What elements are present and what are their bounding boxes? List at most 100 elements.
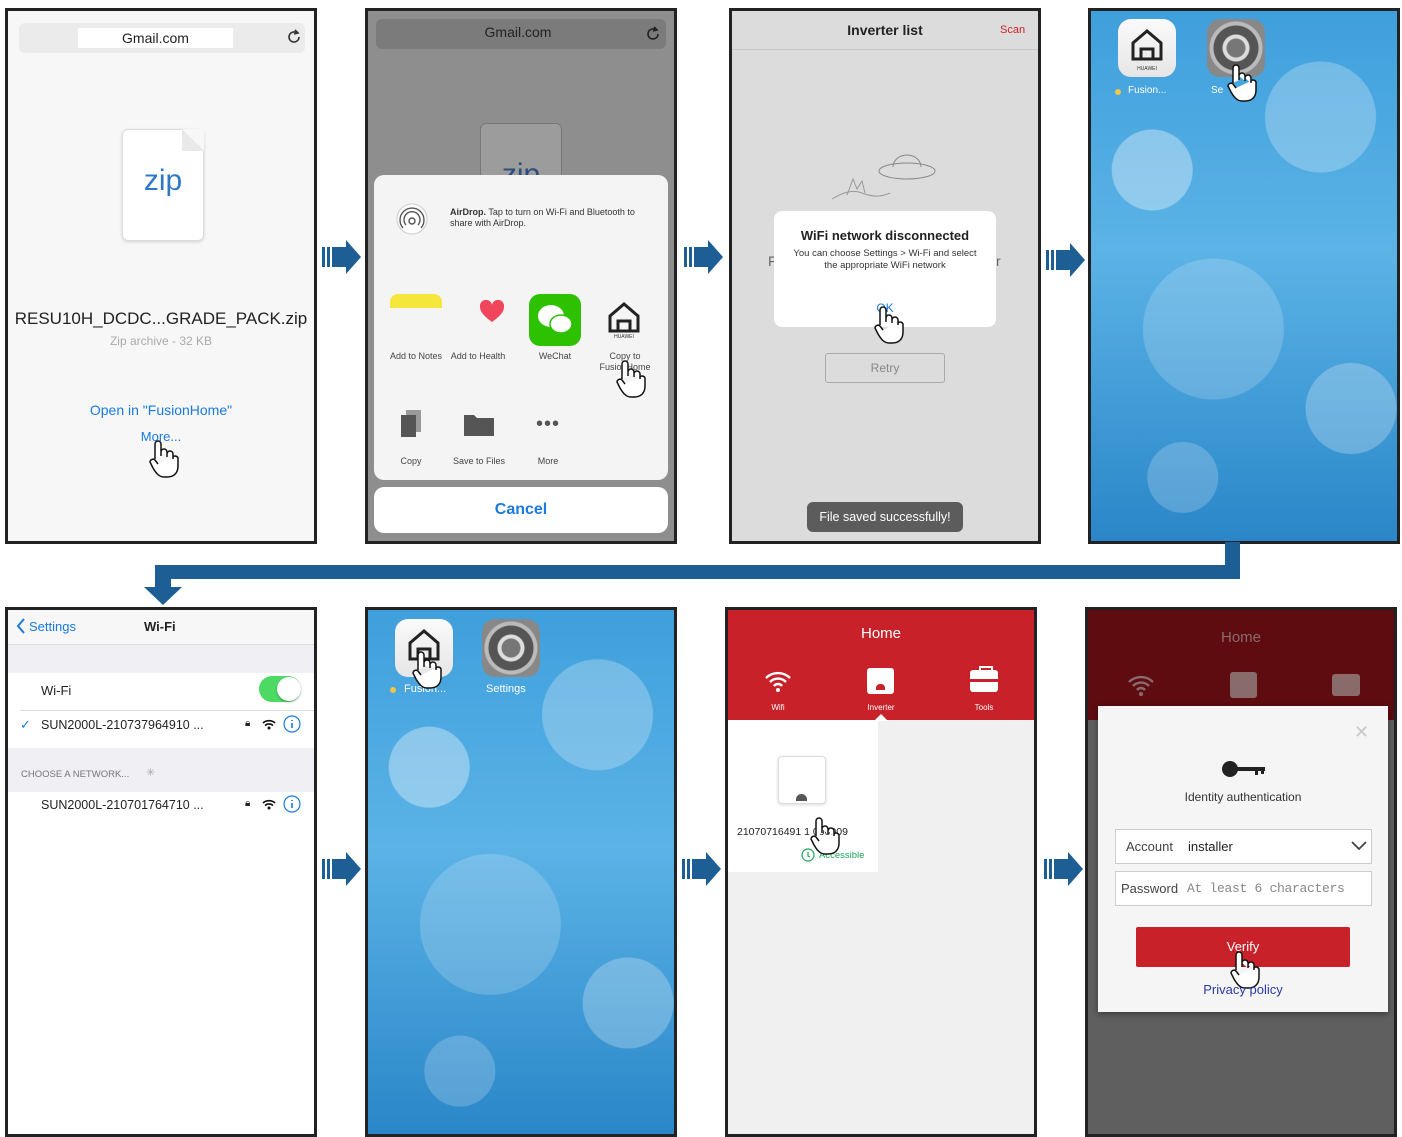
address-url: Gmail.com [484, 24, 552, 40]
retry-button[interactable]: Retry [825, 353, 945, 383]
chevron-left-icon[interactable] [16, 618, 26, 634]
share-action-label: More [537, 456, 559, 466]
app-header [1088, 610, 1394, 720]
info-icon[interactable] [283, 715, 301, 733]
pointer-hand-icon [1227, 64, 1257, 102]
share-app-label: Add to Health [450, 351, 506, 361]
tab-wifi[interactable]: Wifi [748, 703, 808, 712]
app-label-settings: Settings [486, 683, 526, 695]
tab-tools[interactable]: Tools [954, 703, 1014, 712]
notes-app-icon[interactable] [390, 294, 442, 308]
back-button[interactable]: Settings [29, 619, 76, 634]
cancel-button[interactable]: Cancel [374, 487, 668, 533]
chevron-down-icon [1351, 841, 1367, 851]
bg-text-right: r [996, 253, 1001, 269]
inverter-tab-icon [1230, 672, 1257, 698]
toast-message: File saved successfully! [807, 502, 963, 532]
page-title: Home [1220, 629, 1261, 646]
close-icon[interactable]: ✕ [1354, 722, 1369, 743]
step5-wifi-settings: Settings Wi-Fi Wi-Fi ✓ SUN2000L-21073796… [5, 607, 317, 1137]
wifi-toggle[interactable] [259, 676, 301, 702]
dialog-title: Identity authentication [1184, 790, 1302, 804]
step8-identity-auth: Home ✕ Identity authentication Account i… [1085, 607, 1397, 1137]
wifi-tab-icon [1128, 675, 1154, 696]
pointer-hand-icon [149, 440, 179, 478]
share-app-label: WeChat [538, 351, 572, 361]
address-url: Gmail.com [78, 28, 233, 48]
page-title: Wi-Fi [144, 619, 176, 634]
flow-arrow-icon [322, 240, 361, 274]
account-value: installer [1188, 839, 1233, 854]
lock-icon: 🔒︎ [245, 798, 251, 809]
flow-arrow-icon [682, 852, 721, 886]
flow-arrow-icon [322, 852, 361, 886]
page-title: Home [860, 625, 901, 642]
folder-icon[interactable] [463, 411, 495, 437]
share-app-label: Add to Notes [389, 351, 443, 361]
reload-icon[interactable] [286, 28, 302, 46]
zip-file-icon: zip [122, 129, 204, 241]
wifi-row-label: Wi-Fi [41, 683, 72, 698]
share-action-label: Copy [400, 456, 422, 466]
dialog-message: You can choose Settings > Wi-Fi and sele… [793, 248, 977, 271]
pointer-hand-icon [616, 360, 646, 398]
pointer-hand-icon [412, 651, 442, 689]
airdrop-description: AirDrop. Tap to turn on Wi-Fi and Blueto… [450, 207, 635, 228]
wechat-icon[interactable] [529, 294, 581, 346]
flow-arrow-icon [684, 240, 723, 274]
file-meta: Zip archive - 32 KB [109, 334, 213, 348]
flow-arrow-icon [1046, 243, 1085, 277]
open-in-fusionhome-link[interactable]: Open in "FusionHome" [8, 402, 314, 418]
section-gap [8, 645, 314, 673]
notification-dot [1115, 89, 1121, 95]
inverter-tab-icon[interactable] [867, 668, 894, 694]
inverter-device-icon [778, 756, 826, 804]
ufo-illustration-icon [831, 154, 936, 200]
divider [20, 710, 314, 711]
flow-arrow-icon [1044, 852, 1083, 886]
spinner-icon: ✳︎ [146, 767, 156, 779]
password-label: Password [1121, 881, 1179, 896]
scan-button[interactable]: Scan [1000, 24, 1025, 36]
toolbox-tab-icon[interactable] [970, 666, 998, 692]
page-title: Inverter list [847, 22, 923, 38]
step4-home-screen: HUAWEI Fusion... Se s [1088, 8, 1400, 544]
app-label-fusion: Fusion... [1128, 85, 1167, 96]
fusionhome-app-icon[interactable]: HUAWEI [598, 294, 650, 346]
wifi-tab-icon[interactable] [764, 670, 792, 692]
pointer-hand-icon [810, 817, 840, 855]
settings-app-icon[interactable] [482, 619, 540, 677]
step3-inverter-list: Inverter list Scan F r WiFi network disc… [729, 8, 1041, 544]
flow-connector [155, 565, 1240, 579]
password-field[interactable]: Password At least 6 characters [1115, 871, 1372, 906]
account-select[interactable]: Account installer [1115, 829, 1372, 864]
file-name: RESU10H_DCDC...GRADE_PACK.zip [14, 309, 308, 328]
more-dots-icon[interactable]: ••• [523, 413, 573, 436]
copy-icon[interactable] [400, 409, 422, 439]
network-name[interactable]: SUN2000L-210701764710 ... [41, 798, 204, 812]
step6-home-screen: Fusion... Settings [365, 607, 677, 1137]
notification-dot [390, 687, 396, 693]
pointer-hand-icon [874, 306, 904, 344]
flow-arrow-down-icon [144, 575, 182, 605]
fusionhome-app-icon[interactable]: HUAWEI [1118, 19, 1176, 77]
key-icon [1222, 761, 1265, 777]
account-label: Account [1126, 839, 1173, 854]
reload-icon[interactable] [645, 25, 661, 43]
lock-icon: 🔒︎ [245, 718, 251, 729]
info-icon[interactable] [283, 795, 301, 813]
step1-gmail-attachment: Gmail.com zip RESU10H_DCDC...GRADE_PACK.… [5, 8, 317, 544]
checkmark-icon: ✓ [20, 717, 31, 732]
dialog-title: WiFi network disconnected [800, 228, 970, 243]
wifi-signal-icon [262, 799, 276, 810]
choose-network-header: CHOOSE A NETWORK... [21, 769, 130, 780]
health-heart-icon[interactable] [479, 300, 505, 324]
toolbox-tab-icon [1332, 674, 1360, 696]
airdrop-icon[interactable] [396, 203, 428, 235]
wifi-signal-icon [262, 719, 276, 730]
privacy-policy-link[interactable]: Privacy policy [1098, 982, 1388, 997]
share-action-label: Save to Files [452, 456, 506, 466]
connected-network-name[interactable]: SUN2000L-210737964910 ... [41, 718, 204, 732]
tab-inverter[interactable]: Inverter [851, 703, 911, 712]
step2-share-sheet: Gmail.com zip AirDrop. Tap to turn on Wi… [365, 8, 677, 544]
